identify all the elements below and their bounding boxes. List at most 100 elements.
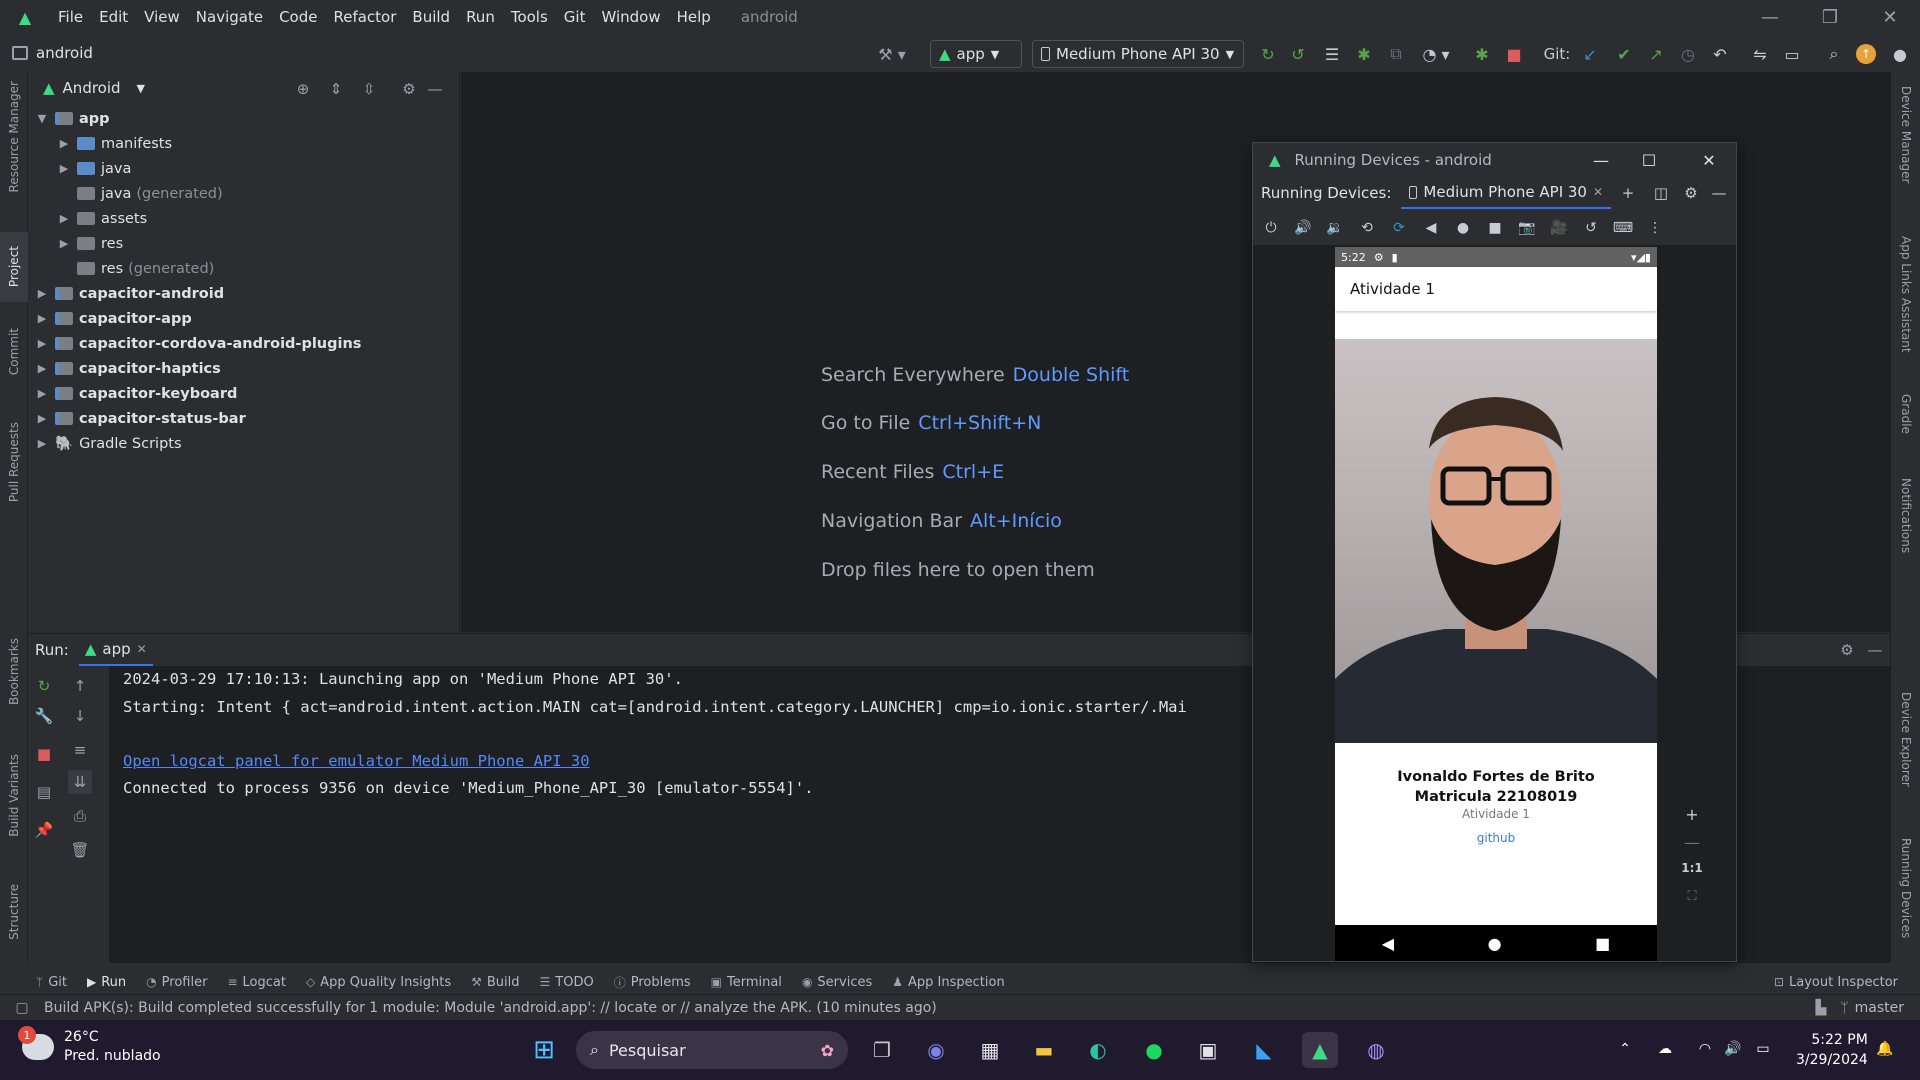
weather-widget[interactable]: 1 26°C Pred. nublado	[18, 1026, 161, 1066]
menu-help[interactable]: Help	[669, 0, 719, 34]
task-view-icon[interactable]: ❐	[864, 1032, 900, 1068]
camera-icon[interactable]: 📷	[1515, 216, 1539, 240]
debug-icon[interactable]: ✱	[1352, 42, 1376, 66]
scroll-to-end-icon[interactable]: ⇊	[68, 770, 92, 794]
tool-tab-build-variants[interactable]: Build Variants	[0, 740, 28, 850]
add-device-icon[interactable]: +	[1616, 181, 1640, 205]
rerun-icon[interactable]: ↻	[1256, 42, 1280, 66]
tool-tab-logcat[interactable]: ≡ Logcat	[227, 975, 286, 990]
search-icon[interactable]: ⌕	[1822, 42, 1846, 66]
tool-tab-app-links-assistant[interactable]: App Links Assistant	[1891, 236, 1920, 353]
volume-down-icon[interactable]: 🔉	[1323, 216, 1347, 240]
run-tab-app[interactable]: ▲ app ✕	[78, 634, 153, 666]
back-icon[interactable]: ◀	[1382, 934, 1394, 953]
tool-tab-todo[interactable]: ☰ TODO	[540, 975, 594, 990]
menu-git[interactable]: Git	[556, 0, 594, 34]
git-commit-icon[interactable]: ✔	[1612, 42, 1636, 66]
layout-icon[interactable]: ▤	[32, 780, 56, 804]
attach-process-icon[interactable]: ✱	[1470, 42, 1494, 66]
zoom-reset-button[interactable]: 1:1	[1679, 855, 1705, 881]
vscode-icon[interactable]: ◣	[1246, 1032, 1282, 1068]
status-panel-toggle-icon[interactable]: ▢	[0, 1000, 44, 1016]
back-icon[interactable]: ◀	[1419, 216, 1443, 240]
home-icon[interactable]: ●	[1451, 216, 1475, 240]
file-explorer-icon[interactable]: ▬	[1026, 1032, 1062, 1068]
tool-tab-resource-manager[interactable]: Resource Manager	[0, 81, 28, 192]
chevron-up-icon[interactable]: ⌃	[1614, 1038, 1636, 1060]
rerun-icon[interactable]: ↻	[32, 674, 56, 698]
windows-start-icon[interactable]: ⊞	[526, 1032, 562, 1068]
close-icon[interactable]: ✕	[1860, 0, 1920, 34]
git-push-icon[interactable]: ↗	[1644, 42, 1668, 66]
open-logcat-link[interactable]: Open logcat panel for emulator Medium Ph…	[123, 752, 590, 770]
git-update-icon[interactable]: ↙	[1578, 42, 1602, 66]
tool-tab-commit[interactable]: Commit	[0, 322, 28, 382]
hide-panel-icon[interactable]: —	[424, 78, 446, 100]
tool-tab-layout-inspector[interactable]: ⊡ Layout Inspector	[1774, 975, 1898, 990]
git-history-icon[interactable]: ◷	[1676, 42, 1700, 66]
device-tab-medium-phone[interactable]: Medium Phone API 30 ✕	[1401, 177, 1612, 209]
weather-tray-icon[interactable]: ☁	[1654, 1038, 1676, 1060]
tool-tab-pull-requests[interactable]: Pull Requests	[0, 412, 28, 512]
device-combo[interactable]: Medium Phone API 30 ▼	[1032, 40, 1244, 68]
hammer-dropdown-icon[interactable]: ⚒ ▾	[872, 42, 912, 66]
project-view-selector[interactable]: ▲ Android ▼	[29, 72, 459, 104]
gear-icon[interactable]: ⚙	[1835, 638, 1859, 662]
run-config-combo[interactable]: ▲ app ▼	[930, 40, 1022, 68]
tree-item-capacitor-haptics[interactable]: ▶ capacitor-haptics	[35, 356, 221, 381]
soft-wrap-icon[interactable]: ≡	[68, 738, 92, 762]
tree-item-manifests[interactable]: ▶ manifests	[57, 131, 172, 156]
store-icon[interactable]: ▦	[972, 1032, 1008, 1068]
maximize-icon[interactable]: ❐	[1800, 0, 1860, 34]
gear-icon[interactable]: ⚙	[398, 78, 420, 100]
git-branch[interactable]: master	[1855, 1000, 1904, 1016]
close-icon[interactable]: ✕	[1593, 185, 1603, 199]
menu-refactor[interactable]: Refactor	[325, 0, 404, 34]
device-mirror-icon[interactable]: ⇋	[1748, 42, 1772, 66]
zoom-out-icon[interactable]: —	[1679, 829, 1705, 855]
tool-tab-terminal[interactable]: ▣ Terminal	[711, 975, 782, 990]
tree-item-capacitor-android[interactable]: ▶ capacitor-android	[35, 281, 224, 306]
github-desktop-icon[interactable]: ◍	[1358, 1032, 1394, 1068]
tool-tab-running-devices[interactable]: Running Devices	[1891, 838, 1920, 938]
status-message[interactable]: Build APK(s): Build completed successful…	[44, 1000, 937, 1016]
expand-all-icon[interactable]: ⇕	[325, 78, 347, 100]
tool-tab-device-manager[interactable]: Device Manager	[1891, 86, 1920, 183]
tool-tab-problems[interactable]: ⓘ Problems	[614, 974, 691, 991]
locate-icon[interactable]: ⊕	[292, 78, 314, 100]
print-icon[interactable]: ⎙	[68, 804, 92, 828]
zoom-in-icon[interactable]: +	[1679, 801, 1705, 827]
terminal-icon[interactable]: ▣	[1190, 1032, 1226, 1068]
notification-bell-icon[interactable]: 🔔	[1874, 1038, 1896, 1060]
wrench-icon[interactable]: 🔧	[32, 704, 56, 728]
attach-debugger-icon[interactable]: ⧉	[1384, 42, 1408, 66]
device-manager-icon[interactable]: ▭	[1780, 42, 1804, 66]
minimize-icon[interactable]: —	[1577, 143, 1625, 177]
menu-tools[interactable]: Tools	[503, 0, 556, 34]
more-options-icon[interactable]: ⋮	[1643, 216, 1667, 240]
phone-screen[interactable]: 5:22 ⚙ ▮ ▾◢▮ Atividade 1 Ivonaldo Fortes…	[1335, 247, 1657, 961]
wifi-icon[interactable]: ◠	[1694, 1038, 1716, 1060]
rotate-left-icon[interactable]: ⟲	[1355, 216, 1379, 240]
tree-item-res-generated[interactable]: res (generated)	[57, 256, 214, 281]
tree-item-capacitor-status-bar[interactable]: ▶ capacitor-status-bar	[35, 406, 246, 431]
home-icon[interactable]: ●	[1488, 934, 1502, 953]
tool-tab-project[interactable]: Project	[0, 232, 28, 302]
menu-window[interactable]: Window	[593, 0, 668, 34]
screen-record-icon[interactable]: 🎥	[1547, 216, 1571, 240]
pin-icon[interactable]: 📌	[32, 818, 56, 842]
close-icon[interactable]: ✕	[1685, 143, 1733, 177]
tool-tab-app-inspection[interactable]: ♟ App Inspection	[892, 975, 1004, 990]
keyboard-icon[interactable]: ⌨	[1611, 216, 1635, 240]
overview-icon[interactable]: ■	[1595, 934, 1610, 953]
tool-tab-build[interactable]: ⚒ Build	[471, 975, 519, 990]
arrow-down-icon[interactable]: ↓	[68, 704, 92, 728]
reset-icon[interactable]: ↺	[1579, 216, 1603, 240]
volume-up-icon[interactable]: 🔊	[1291, 216, 1315, 240]
menu-build[interactable]: Build	[404, 0, 458, 34]
tree-item-app[interactable]: ▼ app	[35, 106, 110, 131]
menu-run[interactable]: Run	[458, 0, 503, 34]
gear-icon[interactable]: ⚙	[1679, 181, 1703, 205]
tree-item-capacitor-cordova-android-plugins[interactable]: ▶ capacitor-cordova-android-plugins	[35, 331, 362, 356]
stop-icon[interactable]: ■	[32, 742, 56, 766]
